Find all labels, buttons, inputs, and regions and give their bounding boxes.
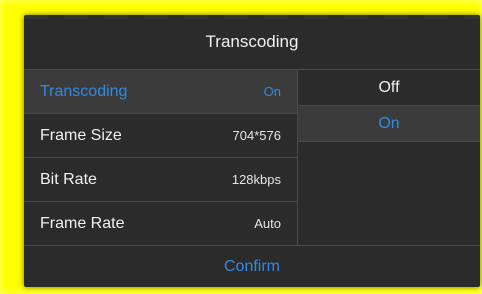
setting-value-transcoding: On — [263, 84, 281, 99]
setting-label-frame-size: Frame Size — [40, 126, 122, 144]
setting-value-frame-size: 704*576 — [232, 128, 281, 143]
option-off[interactable]: Off — [298, 70, 480, 106]
setting-label-frame-rate: Frame Rate — [40, 214, 125, 232]
setting-label-transcoding: Transcoding — [40, 82, 128, 100]
setting-row-bit-rate[interactable]: Bit Rate 128kbps — [24, 158, 297, 202]
confirm-button[interactable]: Confirm — [212, 254, 292, 280]
setting-row-frame-size[interactable]: Frame Size 704*576 — [24, 114, 297, 158]
dialog-title: Transcoding — [24, 15, 480, 70]
dialog-footer: Confirm — [24, 245, 480, 287]
transcoding-dialog: Transcoding Transcoding On Frame Size 70… — [24, 15, 480, 287]
setting-row-frame-rate[interactable]: Frame Rate Auto — [24, 202, 297, 245]
settings-list: Transcoding On Frame Size 704*576 Bit Ra… — [24, 70, 298, 245]
setting-row-transcoding[interactable]: Transcoding On — [24, 70, 297, 114]
options-list: Off On — [298, 70, 480, 245]
option-on[interactable]: On — [298, 106, 480, 142]
setting-value-frame-rate: Auto — [254, 216, 281, 231]
setting-label-bit-rate: Bit Rate — [40, 170, 97, 188]
setting-value-bit-rate: 128kbps — [231, 172, 281, 187]
